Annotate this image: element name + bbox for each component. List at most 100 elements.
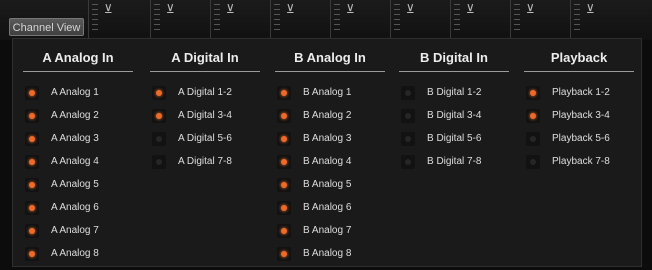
channel-label: B Analog 3: [303, 133, 352, 144]
meter-ticks: [214, 4, 220, 34]
led-indicator-icon[interactable]: [152, 155, 166, 169]
led-indicator-icon[interactable]: [526, 86, 540, 100]
column-b-digital-in: B Digital In B Digital 1-2 B Digital 3-4…: [399, 39, 509, 178]
led-indicator-icon[interactable]: [25, 201, 39, 215]
channel-list: B Digital 1-2 B Digital 3-4 B Digital 5-…: [399, 86, 509, 178]
channel-label: B Analog 2: [303, 110, 352, 121]
led-indicator-icon[interactable]: [25, 132, 39, 146]
channel-label: A Analog 2: [51, 110, 99, 121]
channel-item[interactable]: Playback 5-6: [524, 132, 634, 155]
meter-ticks: [574, 4, 580, 34]
channel-item[interactable]: B Analog 3: [275, 132, 385, 155]
channel-label: Playback 3-4: [552, 110, 610, 121]
led-indicator-icon[interactable]: [277, 224, 291, 238]
channel-label: B Analog 1: [303, 87, 352, 98]
channel-view-button[interactable]: Channel View: [9, 18, 84, 36]
led-indicator-icon[interactable]: [277, 178, 291, 192]
meter-ticks: [274, 4, 280, 34]
led-indicator-icon[interactable]: [401, 109, 415, 123]
channel-strip[interactable]: ⊻: [150, 0, 191, 40]
channel-item[interactable]: A Analog 7: [23, 224, 133, 247]
channel-item[interactable]: B Analog 2: [275, 109, 385, 132]
tuner-knob-icon[interactable]: ⊻: [526, 2, 535, 16]
channel-item[interactable]: B Analog 5: [275, 178, 385, 201]
channel-item[interactable]: B Analog 6: [275, 201, 385, 224]
tuner-knob-icon[interactable]: ⊻: [406, 2, 415, 16]
tuner-knob-icon[interactable]: ⊻: [226, 2, 235, 16]
channel-strip[interactable]: ⊻: [450, 0, 491, 40]
led-indicator-icon[interactable]: [277, 132, 291, 146]
channel-item[interactable]: A Analog 1: [23, 86, 133, 109]
column-a-analog-in: A Analog In A Analog 1 A Analog 2 A Anal…: [23, 39, 133, 270]
column-b-analog-in: B Analog In B Analog 1 B Analog 2 B Anal…: [275, 39, 385, 270]
channel-item[interactable]: B Digital 5-6: [399, 132, 509, 155]
channel-strip[interactable]: ⊻: [88, 0, 129, 40]
channel-label: B Analog 8: [303, 248, 352, 259]
channel-item[interactable]: Playback 1-2: [524, 86, 634, 109]
channel-label: Playback 1-2: [552, 87, 610, 98]
channel-item[interactable]: A Digital 3-4: [150, 109, 260, 132]
channel-label: B Digital 5-6: [427, 133, 482, 144]
led-indicator-icon[interactable]: [25, 178, 39, 192]
led-indicator-icon[interactable]: [277, 86, 291, 100]
channel-strip[interactable]: ⊻: [510, 0, 551, 40]
channel-item[interactable]: A Analog 3: [23, 132, 133, 155]
tuner-knob-icon[interactable]: ⊻: [466, 2, 475, 16]
channel-item[interactable]: A Analog 2: [23, 109, 133, 132]
led-indicator-icon[interactable]: [277, 109, 291, 123]
channel-item[interactable]: A Digital 7-8: [150, 155, 260, 178]
channel-strip[interactable]: ⊻: [330, 0, 371, 40]
led-indicator-icon[interactable]: [152, 86, 166, 100]
channel-item[interactable]: B Digital 1-2: [399, 86, 509, 109]
channel-item[interactable]: A Analog 5: [23, 178, 133, 201]
channel-label: Playback 5-6: [552, 133, 610, 144]
channel-label: A Digital 1-2: [178, 87, 232, 98]
led-indicator-icon[interactable]: [152, 109, 166, 123]
led-indicator-icon[interactable]: [526, 155, 540, 169]
led-indicator-icon[interactable]: [152, 132, 166, 146]
channel-label: B Analog 5: [303, 179, 352, 190]
column-playback: Playback Playback 1-2 Playback 3-4 Playb…: [524, 39, 634, 178]
channel-label: B Digital 3-4: [427, 110, 482, 121]
led-indicator-icon[interactable]: [277, 155, 291, 169]
tuner-knob-icon[interactable]: ⊻: [166, 2, 175, 16]
channel-strip[interactable]: ⊻: [390, 0, 431, 40]
channel-label: A Analog 6: [51, 202, 99, 213]
led-indicator-icon[interactable]: [526, 109, 540, 123]
channel-item[interactable]: Playback 3-4: [524, 109, 634, 132]
tuner-knob-icon[interactable]: ⊻: [586, 2, 595, 16]
led-indicator-icon[interactable]: [277, 247, 291, 261]
column-title: Playback: [524, 47, 634, 72]
channel-strip[interactable]: ⊻: [210, 0, 251, 40]
led-indicator-icon[interactable]: [25, 86, 39, 100]
led-indicator-icon[interactable]: [526, 132, 540, 146]
led-indicator-icon[interactable]: [401, 155, 415, 169]
led-indicator-icon[interactable]: [401, 86, 415, 100]
channel-item[interactable]: B Digital 7-8: [399, 155, 509, 178]
led-indicator-icon[interactable]: [401, 132, 415, 146]
channel-item[interactable]: A Digital 5-6: [150, 132, 260, 155]
channel-item[interactable]: B Digital 3-4: [399, 109, 509, 132]
channel-item[interactable]: B Analog 4: [275, 155, 385, 178]
led-indicator-icon[interactable]: [25, 224, 39, 238]
channel-strip[interactable]: ⊻: [270, 0, 311, 40]
channel-label: A Digital 5-6: [178, 133, 232, 144]
led-indicator-icon[interactable]: [25, 247, 39, 261]
channel-label: B Analog 6: [303, 202, 352, 213]
channel-strip[interactable]: ⊻: [570, 0, 611, 40]
tuner-knob-icon[interactable]: ⊻: [346, 2, 355, 16]
led-indicator-icon[interactable]: [277, 201, 291, 215]
meter-ticks: [334, 4, 340, 34]
channel-item[interactable]: B Analog 7: [275, 224, 385, 247]
channel-list: B Analog 1 B Analog 2 B Analog 3 B Analo…: [275, 86, 385, 270]
channel-item[interactable]: A Analog 6: [23, 201, 133, 224]
tuner-knob-icon[interactable]: ⊻: [104, 2, 113, 16]
channel-item[interactable]: A Analog 4: [23, 155, 133, 178]
led-indicator-icon[interactable]: [25, 109, 39, 123]
tuner-knob-icon[interactable]: ⊻: [286, 2, 295, 16]
channel-item[interactable]: B Analog 1: [275, 86, 385, 109]
channel-list: A Analog 1 A Analog 2 A Analog 3 A Analo…: [23, 86, 133, 270]
channel-item[interactable]: Playback 7-8: [524, 155, 634, 178]
led-indicator-icon[interactable]: [25, 155, 39, 169]
channel-item[interactable]: A Digital 1-2: [150, 86, 260, 109]
